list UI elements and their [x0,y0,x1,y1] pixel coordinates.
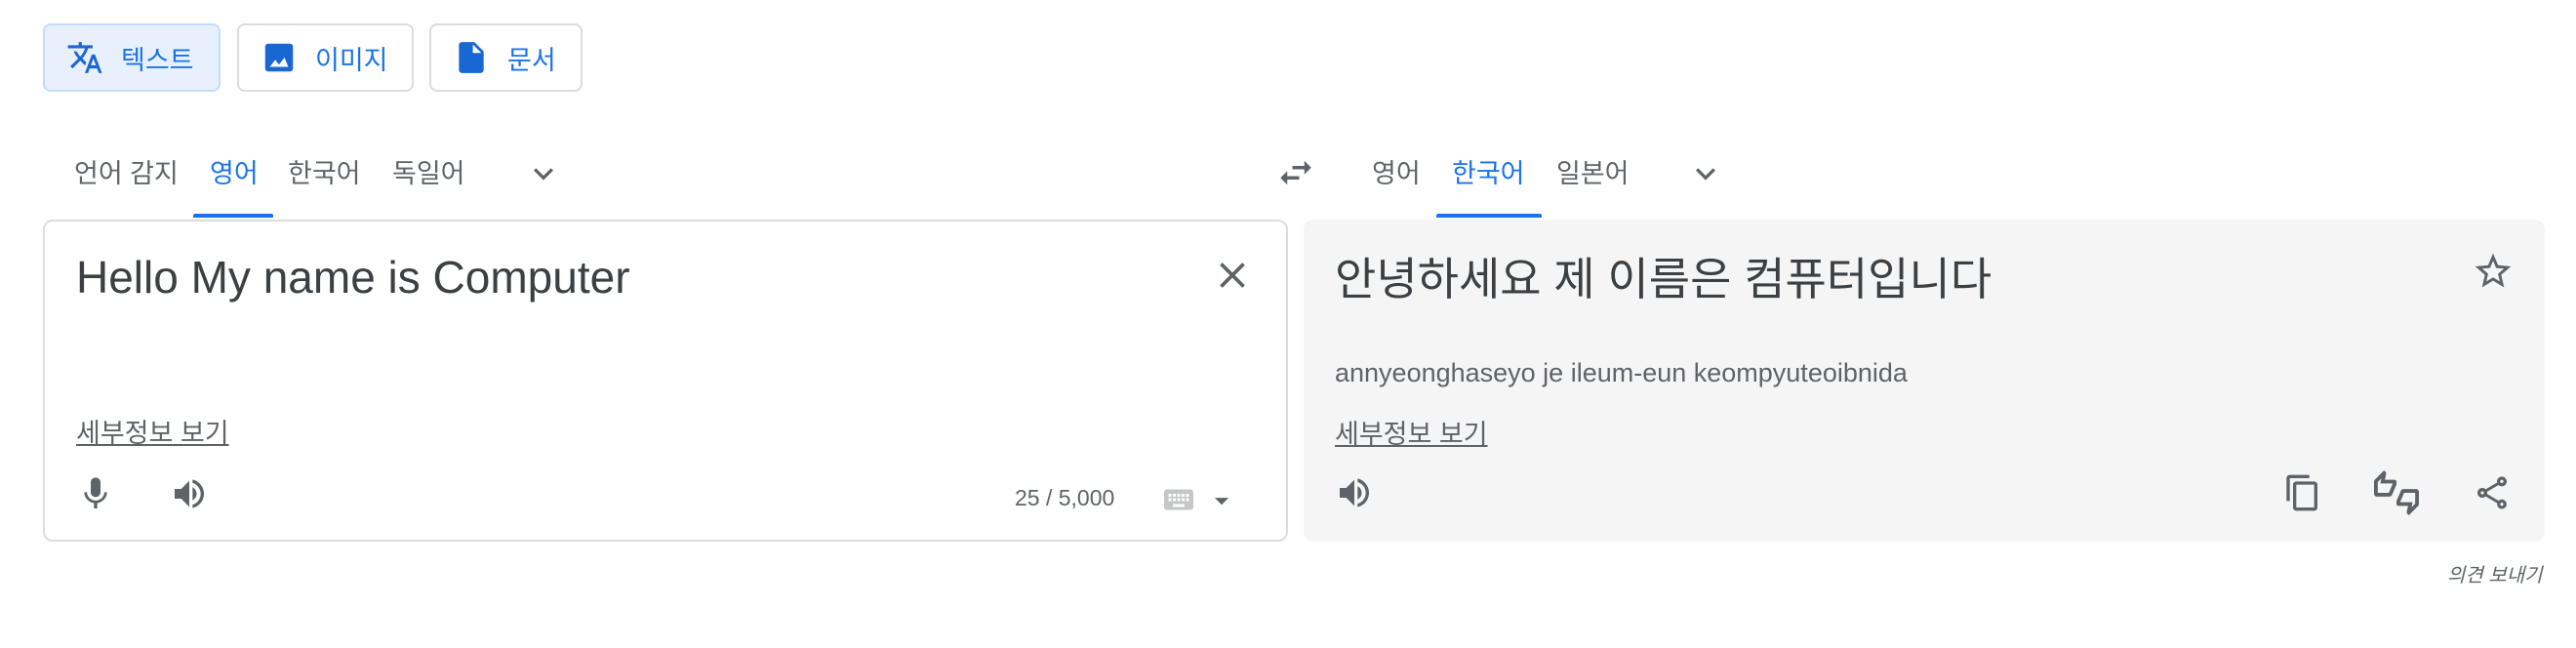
input-tools-dropdown[interactable] [1204,483,1239,518]
chevron-down-icon [534,168,553,181]
mode-text-label: 텍스트 [121,45,194,75]
target-lang-english[interactable]: 영어 [1372,152,1421,190]
source-panel[interactable]: Hello My name is Computer 세부정보 보기 25 / 5… [43,220,1288,542]
image-icon [264,43,294,72]
target-lang-korean[interactable]: 한국어 [1452,152,1525,190]
close-icon [1220,263,1245,288]
source-lang-indicator [193,214,273,218]
target-listen-button[interactable] [1333,471,1376,514]
source-lang-english[interactable]: 영어 [210,152,259,190]
source-lang-more-button[interactable] [522,152,565,195]
mode-text-button[interactable]: 텍스트 [43,23,221,92]
translated-text: 안녕하세요 제 이름은 컴퓨터입니다 [1335,254,1992,304]
chevron-down-icon [1696,168,1715,181]
romanization-text: annyeonghaseyo je ileum-eun keompyuteoib… [1335,358,1908,387]
target-lang-more-button[interactable] [1684,152,1727,195]
target-lang-indicator [1436,214,1542,218]
star-icon [2475,253,2512,288]
source-lang-detect[interactable]: 언어 감지 [74,152,179,190]
send-feedback-link[interactable]: 의견 보내기 [2447,559,2543,587]
microphone-button[interactable] [74,472,117,515]
target-panel: 안녕하세요 제 이름은 컴퓨터입니다 annyeonghaseyo je ile… [1304,220,2545,542]
clear-source-button[interactable] [1208,251,1257,300]
target-details-link[interactable]: 세부정보 보기 [1335,413,1488,451]
source-listen-button[interactable] [168,472,211,515]
share-icon [2477,476,2507,509]
speaker-icon [175,479,204,508]
translate-icon [67,42,102,73]
rate-translation-button[interactable] [2370,469,2423,516]
source-text-input[interactable]: Hello My name is Computer [76,251,630,304]
caret-down-icon [1214,498,1229,506]
source-details-link[interactable]: 세부정보 보기 [76,412,229,450]
mode-document-label: 문서 [507,45,556,75]
swap-languages-button[interactable] [1271,148,1320,197]
copy-icon [2286,474,2317,511]
mode-document-button[interactable]: 문서 [429,23,583,92]
save-translation-button[interactable] [2469,247,2517,296]
target-lang-japanese[interactable]: 일본어 [1556,152,1630,190]
document-icon [459,42,484,73]
thumbs-up-down-icon [2374,470,2419,515]
mode-image-button[interactable]: 이미지 [237,23,414,92]
source-lang-german[interactable]: 독일어 [392,152,465,190]
microphone-icon [84,477,107,508]
copy-translation-button[interactable] [2279,469,2326,516]
source-lang-korean[interactable]: 한국어 [288,152,361,190]
swap-icon [1280,160,1311,185]
character-count: 25 / 5,000 [1015,485,1115,510]
mode-image-label: 이미지 [315,45,388,75]
keyboard-icon [1164,489,1193,510]
speaker-icon [1340,478,1369,507]
keyboard-button[interactable] [1159,483,1198,516]
share-translation-button[interactable] [2469,469,2516,516]
